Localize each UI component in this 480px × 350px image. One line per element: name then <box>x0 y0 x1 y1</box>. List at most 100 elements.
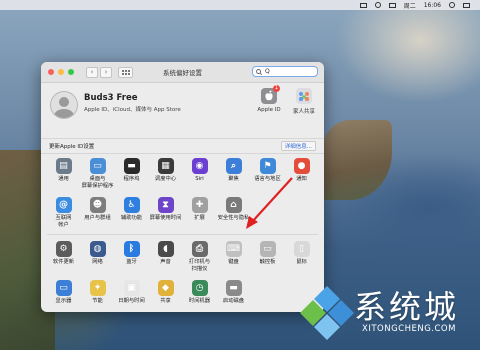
pref-item-mouse[interactable]: ▯ 鼠标 <box>285 241 319 272</box>
minimize-button[interactable] <box>58 69 64 75</box>
title-bar: ‹ › 系统偏好设置 Q <box>41 62 324 83</box>
pref-label: 互联网 帐户 <box>55 215 72 228</box>
displays-icon: ▭ <box>55 280 72 296</box>
sound-icon: ◖ <box>157 241 174 257</box>
family-sharing-icon <box>296 88 312 104</box>
screen-mirroring-icon[interactable] <box>359 2 367 8</box>
startup-disk-icon: ▬ <box>225 280 242 296</box>
pref-label: 桌面与 屏幕保护程序 <box>81 176 114 189</box>
pref-item-network[interactable]: ◍ 网络 <box>81 241 115 272</box>
pref-item-keyboard[interactable]: ⌨ 键盘 <box>217 241 251 272</box>
pref-item-date-time[interactable]: ▣ 日期与时间 <box>115 280 149 305</box>
menubar-day[interactable]: 周二 <box>404 1 416 10</box>
pref-label: 节能 <box>92 298 103 304</box>
pref-label: 用户与群组 <box>84 215 111 221</box>
pref-row-2: @ 互联网 帐户 ☻ 用户与群组 ♿ 辅助功能 ⧗ 屏幕使用时间 ✚ 扩展 ⌂ 安全性与隐私 <box>41 193 324 232</box>
back-button[interactable]: ‹ <box>86 66 98 78</box>
pref-item-energy-saver[interactable]: ✦ 节能 <box>81 280 115 305</box>
pref-item-bluetooth[interactable]: ᛒ 蓝牙 <box>115 241 149 272</box>
wifi-icon[interactable] <box>374 2 381 8</box>
printers-scanners-icon: ⎙ <box>191 241 208 257</box>
family-sharing-pref[interactable]: 家人共享 <box>289 88 319 115</box>
users-groups-icon: ☻ <box>89 197 106 213</box>
account-subtitle: Apple ID、iCloud、媒体与 App Store <box>84 107 181 113</box>
pref-label: 打印机与 扫描仪 <box>188 259 211 272</box>
pref-row-1: ▤ 通用 ▭ 桌面与 屏幕保护程序 ▬ 程序坞 ▦ 调度中心 ◉ Siri ⌕ 聚焦 ⚑ 语言与地区 ● 通知 <box>41 154 324 193</box>
pref-label: 显示器 <box>55 298 72 304</box>
account-name: Buds3 Free <box>84 93 138 103</box>
search-input[interactable]: Q <box>265 68 270 75</box>
time-machine-icon: ◷ <box>191 280 208 296</box>
notification-badge: 1 <box>273 85 280 92</box>
pref-item-displays[interactable]: ▭ 显示器 <box>47 280 81 305</box>
bluetooth-icon: ᛒ <box>123 241 140 257</box>
pref-label: 鼠标 <box>296 259 307 265</box>
update-apple-id-banner: 更新Apple ID设置 详细信息... <box>41 139 324 154</box>
screen-time-icon: ⧗ <box>157 197 174 213</box>
pref-item-desktop-screensaver[interactable]: ▭ 桌面与 屏幕保护程序 <box>81 158 115 189</box>
pref-item-internet-accounts[interactable]: @ 互联网 帐户 <box>47 197 81 228</box>
pref-label: 启动磁盘 <box>222 298 245 304</box>
pref-item-spotlight[interactable]: ⌕ 聚焦 <box>217 158 251 189</box>
pref-item-time-machine[interactable]: ◷ 时间机器 <box>183 280 217 305</box>
general-icon: ▤ <box>55 158 72 174</box>
pref-item-users-groups[interactable]: ☻ 用户与群组 <box>81 197 115 228</box>
pref-item-sharing[interactable]: ◆ 共享 <box>149 280 183 305</box>
menu-bar: 周二 16:06 <box>0 0 480 10</box>
pref-item-software-update[interactable]: ⚙ 软件更新 <box>47 241 81 272</box>
user-avatar[interactable] <box>50 91 78 119</box>
pref-item-dock[interactable]: ▬ 程序坞 <box>115 158 149 189</box>
battery-icon[interactable] <box>388 2 396 8</box>
apple-id-section: Buds3 Free Apple ID、iCloud、媒体与 App Store… <box>41 83 324 139</box>
pref-label: 网络 <box>92 259 103 265</box>
pref-item-trackpad[interactable]: ▭ 触控板 <box>251 241 285 272</box>
desktop-screensaver-icon: ▭ <box>89 158 106 174</box>
details-button[interactable]: 详细信息... <box>280 141 316 151</box>
pref-item-accessibility[interactable]: ♿ 辅助功能 <box>115 197 149 228</box>
pref-item-siri[interactable]: ◉ Siri <box>183 158 217 189</box>
pref-label: Siri <box>195 176 204 182</box>
control-center-icon[interactable] <box>463 2 470 8</box>
spotlight-menubar-icon[interactable] <box>449 2 455 8</box>
show-all-button[interactable] <box>118 66 133 78</box>
pref-label: 屏幕使用时间 <box>149 215 182 221</box>
date-time-icon: ▣ <box>123 280 140 296</box>
pref-label: 调度中心 <box>154 176 177 182</box>
pref-item-language-region[interactable]: ⚑ 语言与地区 <box>251 158 285 189</box>
watermark-url: XITONGCHENG.COM <box>362 324 456 334</box>
pref-label: 日期与时间 <box>118 298 145 304</box>
zoom-button[interactable] <box>68 69 74 75</box>
pref-item-sound[interactable]: ◖ 声音 <box>149 241 183 272</box>
search-field[interactable]: Q <box>252 66 318 77</box>
menubar-time[interactable]: 16:06 <box>424 2 441 9</box>
close-button[interactable] <box>48 69 54 75</box>
grid-icon <box>121 69 130 75</box>
notifications-icon: ● <box>293 158 310 174</box>
spotlight-icon: ⌕ <box>225 158 242 174</box>
apple-id-label: Apple ID <box>257 107 281 113</box>
pref-item-general[interactable]: ▤ 通用 <box>47 158 81 189</box>
extensions-icon: ✚ <box>191 197 208 213</box>
pref-row-4: ▭ 显示器 ✦ 节能 ▣ 日期与时间 ◆ 共享 ◷ 时间机器 ▬ 启动磁盘 <box>41 276 324 309</box>
software-update-icon: ⚙ <box>55 241 72 257</box>
energy-saver-icon: ✦ <box>89 280 106 296</box>
accessibility-icon: ♿ <box>123 197 140 213</box>
pref-label: 扩展 <box>194 215 205 221</box>
pref-item-mission-control[interactable]: ▦ 调度中心 <box>149 158 183 189</box>
pref-item-screen-time[interactable]: ⧗ 屏幕使用时间 <box>149 197 183 228</box>
siri-icon: ◉ <box>191 158 208 174</box>
pref-label: 程序坞 <box>123 176 140 182</box>
network-icon: ◍ <box>89 241 106 257</box>
forward-button[interactable]: › <box>100 66 112 78</box>
pref-item-startup-disk[interactable]: ▬ 启动磁盘 <box>217 280 251 305</box>
sharing-icon: ◆ <box>157 280 174 296</box>
pref-item-printers-scanners[interactable]: ⎙ 打印机与 扫描仪 <box>183 241 217 272</box>
pref-item-notifications[interactable]: ● 通知 <box>285 158 319 189</box>
pref-label: 软件更新 <box>52 259 75 265</box>
apple-id-pref[interactable]: 1 Apple ID <box>254 85 284 113</box>
pref-item-extensions[interactable]: ✚ 扩展 <box>183 197 217 228</box>
pref-label: 安全性与隐私 <box>217 215 250 221</box>
mission-control-icon: ▦ <box>157 158 174 174</box>
pref-item-security-privacy[interactable]: ⌂ 安全性与隐私 <box>217 197 251 228</box>
pref-label: 键盘 <box>228 259 239 265</box>
